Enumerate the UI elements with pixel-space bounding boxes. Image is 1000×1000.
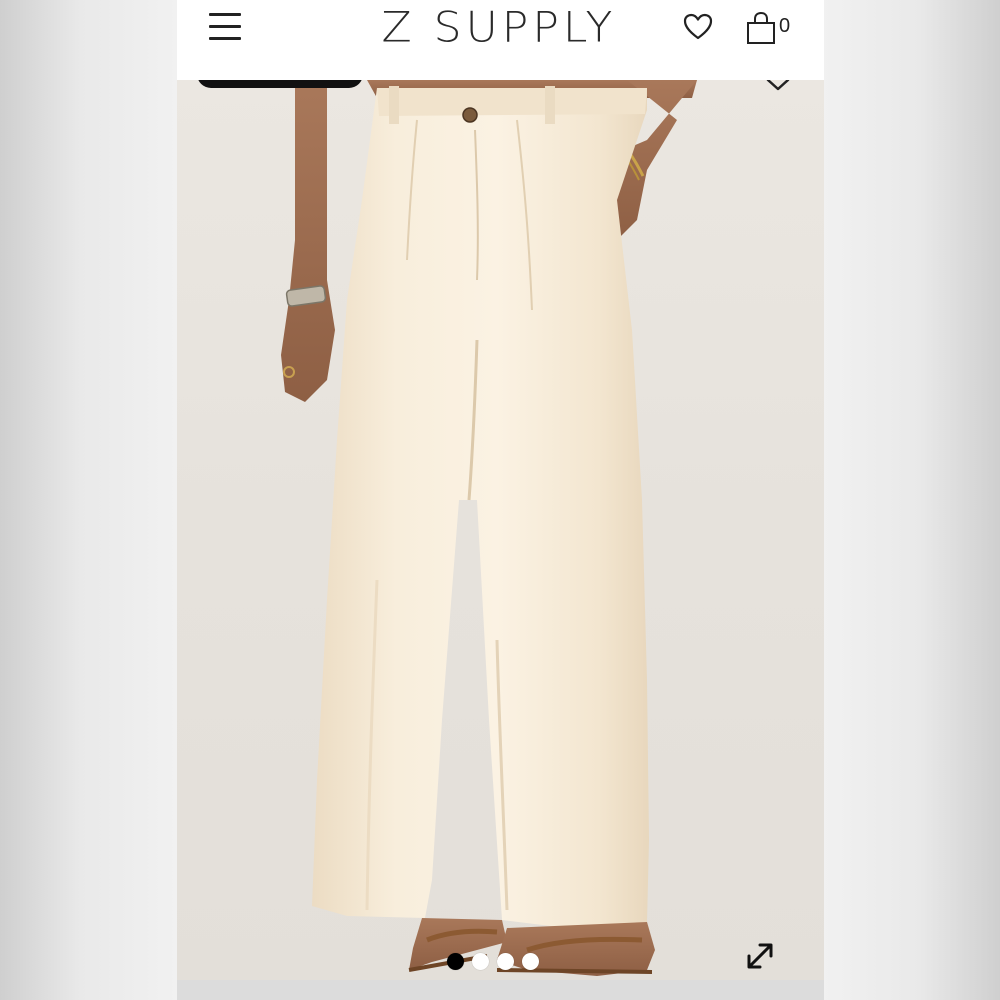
carousel-dot-4[interactable] (522, 952, 539, 970)
expand-arrows-icon (747, 943, 773, 969)
carousel-dot-2[interactable] (472, 952, 489, 970)
collapse-button[interactable] (763, 80, 793, 94)
chevron-down-icon (766, 80, 790, 91)
wishlist-button[interactable] (682, 12, 714, 42)
hamburger-menu-icon (209, 13, 241, 16)
bag-count-badge: 0 (779, 15, 791, 37)
product-image[interactable] (177, 80, 824, 980)
carousel-dot-1[interactable] (447, 952, 464, 970)
mobile-viewport: Z SUPPLY 0 (177, 0, 824, 1000)
carousel-dots (447, 950, 539, 972)
brand-logo[interactable]: Z SUPPLY (327, 3, 671, 53)
bag-button[interactable]: 0 (745, 10, 797, 46)
fullscreen-button[interactable] (742, 938, 778, 974)
shopping-bag-icon (747, 11, 775, 44)
carousel-dot-3[interactable] (497, 952, 514, 970)
bottom-strip (177, 980, 824, 1000)
menu-button[interactable] (207, 10, 247, 46)
heart-icon (683, 13, 713, 40)
top-black-tab (197, 80, 363, 88)
site-header: Z SUPPLY 0 (177, 0, 824, 80)
product-photo (281, 80, 697, 976)
